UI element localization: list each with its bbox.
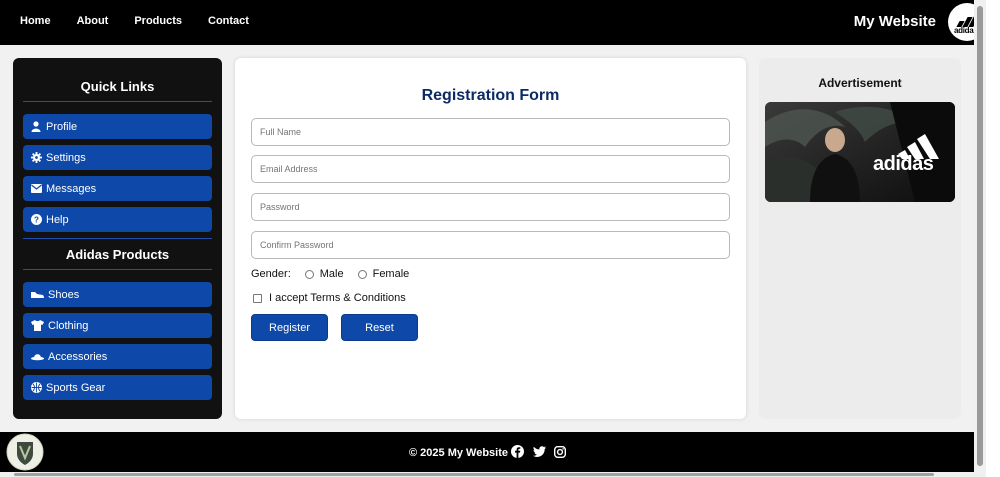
- sidebar-item-shoes[interactable]: Shoes: [23, 282, 212, 307]
- registration-form-card: Registration Form Gender: Male Female I …: [235, 58, 746, 419]
- instagram-icon[interactable]: [553, 445, 567, 459]
- adidas-products-title: Adidas Products: [65, 247, 170, 262]
- reset-button[interactable]: Reset: [341, 314, 418, 341]
- sidebar-item-profile[interactable]: Profile: [23, 114, 212, 139]
- twitter-icon[interactable]: [533, 445, 546, 458]
- sidebar-item-messages[interactable]: Messages: [23, 176, 212, 201]
- full-name-field[interactable]: [251, 118, 730, 146]
- horizontal-scrollbar[interactable]: [0, 472, 986, 477]
- sidebar-item-label: Help: [46, 213, 69, 226]
- vertical-scroll-thumb[interactable]: [977, 6, 983, 466]
- top-navbar: Home About Products Contact My Website a…: [0, 0, 986, 45]
- advertisement-image[interactable]: adidas: [765, 102, 955, 202]
- gender-label: Gender:: [251, 268, 291, 280]
- sidebar-item-label: Sports Gear: [46, 381, 106, 394]
- sidebar-item-label: Settings: [46, 151, 86, 164]
- sidebar-item-settings[interactable]: Settings: [23, 145, 212, 170]
- vertical-scrollbar[interactable]: [974, 0, 986, 472]
- shoe-icon: [30, 289, 44, 301]
- horizontal-scroll-thumb[interactable]: [14, 473, 934, 476]
- email-field[interactable]: [251, 155, 730, 183]
- sidebar-item-help[interactable]: ? Help: [23, 207, 212, 232]
- register-button[interactable]: Register: [251, 314, 328, 341]
- male-label[interactable]: Male: [320, 268, 344, 280]
- terms-row: I accept Terms & Conditions: [253, 292, 406, 304]
- main-nav: Home About Products Contact: [20, 15, 275, 27]
- confirm-password-field[interactable]: [251, 231, 730, 259]
- nav-about-link[interactable]: About: [77, 15, 109, 27]
- female-label[interactable]: Female: [373, 268, 410, 280]
- divider: [23, 269, 212, 270]
- male-radio[interactable]: [304, 269, 314, 279]
- user-icon: [30, 121, 42, 133]
- terms-checkbox[interactable]: [253, 293, 262, 303]
- nav-contact-link[interactable]: Contact: [208, 15, 249, 27]
- nav-home-link[interactable]: Home: [20, 15, 51, 27]
- ad-brand-text: adidas: [873, 153, 934, 175]
- facebook-icon[interactable]: [511, 445, 524, 458]
- terms-label[interactable]: I accept Terms & Conditions: [269, 292, 406, 304]
- footer-copyright: © 2025 My Website: [409, 447, 508, 459]
- question-circle-icon: ?: [30, 214, 42, 226]
- window-edge: [986, 0, 1000, 477]
- advertisement-panel: Advertisement adidas: [759, 58, 961, 419]
- shirt-icon: [30, 320, 44, 332]
- sidebar-item-accessories[interactable]: Accessories: [23, 344, 212, 369]
- hat-icon: [30, 351, 44, 363]
- sidebar-item-label: Clothing: [48, 319, 89, 332]
- envelope-icon: [30, 183, 42, 195]
- sidebar-item-sports-gear[interactable]: Sports Gear: [23, 375, 212, 400]
- sidebar-item-clothing[interactable]: Clothing: [23, 313, 212, 338]
- nav-products-link[interactable]: Products: [134, 15, 182, 27]
- sidebar: Quick Links Profile Settings Messages ? …: [13, 58, 222, 419]
- svg-text:?: ?: [34, 216, 39, 225]
- shield-badge-icon[interactable]: [3, 432, 47, 472]
- quick-links-title: Quick Links: [80, 79, 155, 94]
- footer: © 2025 My Website: [0, 432, 974, 472]
- sidebar-item-label: Accessories: [48, 350, 108, 363]
- female-radio[interactable]: [357, 269, 367, 279]
- site-brand[interactable]: My Website: [854, 13, 936, 30]
- advertisement-title: Advertisement: [818, 76, 902, 90]
- sidebar-item-label: Profile: [46, 120, 78, 133]
- form-title: Registration Form: [421, 87, 560, 104]
- sidebar-item-label: Messages: [46, 182, 97, 195]
- gear-icon: [30, 152, 42, 164]
- gender-group: Gender: Male Female: [251, 268, 409, 280]
- ball-icon: [30, 382, 42, 394]
- password-field[interactable]: [251, 193, 730, 221]
- divider: [23, 101, 212, 102]
- sidebar-item-label: Shoes: [48, 288, 80, 301]
